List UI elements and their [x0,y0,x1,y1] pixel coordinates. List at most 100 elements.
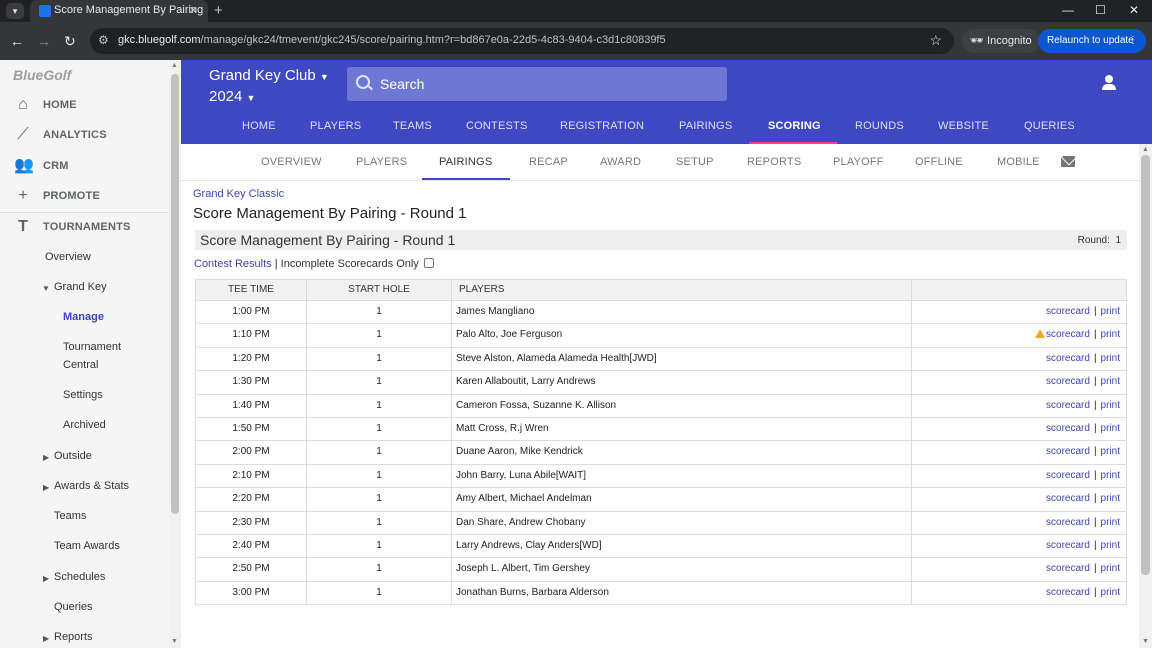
print-link[interactable]: print [1101,306,1120,317]
subtab-reports[interactable]: REPORTS [747,156,801,168]
scorecard-link[interactable]: scorecard [1046,446,1090,457]
scroll-up-icon[interactable]: ▲ [1142,146,1149,153]
sidebar-item-schedules[interactable]: Schedules [54,571,105,583]
back-icon[interactable]: ← [10,33,24,49]
sidebar-item-settings[interactable]: Settings [63,389,103,401]
sidebar-item-queries[interactable]: Queries [54,601,93,613]
sidebar-item-home[interactable]: ⌂ HOME [0,90,168,120]
maximize-icon[interactable]: ☐ [1095,3,1106,17]
url-field[interactable]: ⚙ gkc.bluegolf.com/manage/gkc24/tmevent/… [90,28,954,54]
sidebar-item-grand-key[interactable]: Grand Key [54,281,107,293]
bluegolf-logo[interactable]: BlueGolf [13,67,71,83]
sidebar-item-promote[interactable]: + PROMOTE [0,181,168,211]
print-link[interactable]: print [1101,493,1120,504]
sidebar-item-crm[interactable]: 👥 CRM [0,151,168,181]
sidebar-item-tournament-central-line2[interactable]: Central [63,359,98,371]
scroll-down-icon[interactable]: ▼ [171,638,178,645]
mail-icon[interactable] [1061,156,1075,167]
sidebar-item-archived[interactable]: Archived [63,419,106,431]
site-info-icon[interactable]: ⚙ [98,33,109,47]
sidebar-item-awards-stats[interactable]: Awards & Stats [54,480,129,492]
tab-teams[interactable]: TEAMS [393,120,432,132]
subtab-award[interactable]: AWARD [600,156,641,168]
sidebar-item-outside[interactable]: Outside [54,450,92,462]
scorecard-link[interactable]: scorecard [1046,517,1090,528]
scorecard-link[interactable]: scorecard [1046,493,1090,504]
subtab-overview[interactable]: OVERVIEW [261,156,322,168]
print-link[interactable]: print [1101,400,1120,411]
tab-search-button[interactable]: ▾ [6,3,24,19]
subtab-pairings[interactable]: PAIRINGS [439,156,492,168]
caret-down-icon[interactable]: ▼ [42,284,50,293]
tab-scoring[interactable]: SCORING [768,120,821,132]
print-link[interactable]: print [1101,470,1120,481]
more-menu-icon[interactable]: ⋮ [1128,29,1138,53]
sidebar-item-reports[interactable]: Reports [54,631,93,643]
tab-website[interactable]: WEBSITE [938,120,989,132]
tab-registration[interactable]: REGISTRATION [560,120,644,132]
sidebar-item-teams[interactable]: Teams [54,510,86,522]
tab-home[interactable]: HOME [242,120,276,132]
sidebar-item-analytics[interactable]: ⟋ ANALYTICS [0,120,168,150]
caret-right-icon[interactable]: ▶ [43,483,49,492]
relaunch-button[interactable]: Relaunch to update ⋮ [1038,29,1146,53]
scorecard-link[interactable]: scorecard [1046,563,1090,574]
user-account-icon[interactable] [1101,75,1117,91]
print-link[interactable]: print [1101,540,1120,551]
scorecard-link[interactable]: scorecard [1046,376,1090,387]
scorecard-link[interactable]: scorecard [1046,423,1090,434]
scroll-down-icon[interactable]: ▼ [1142,638,1149,645]
sidebar-scrollbar[interactable]: ▲ ▼ [169,60,181,648]
subtab-offline[interactable]: OFFLINE [915,156,963,168]
page-scrollbar[interactable]: ▲ ▼ [1139,144,1152,648]
incomplete-scorecards-checkbox[interactable] [423,258,434,268]
sidebar-item-manage[interactable]: Manage [63,311,104,323]
subtab-setup[interactable]: SETUP [676,156,714,168]
print-link[interactable]: print [1101,587,1120,598]
sidebar-item-team-awards[interactable]: Team Awards [54,540,120,552]
caret-right-icon[interactable]: ▶ [43,453,49,462]
tab-contests[interactable]: CONTESTS [466,120,528,132]
tab-pairings[interactable]: PAIRINGS [679,120,732,132]
scorecard-link[interactable]: scorecard [1046,353,1090,364]
year-selector[interactable]: 2024 ▼ [209,86,255,109]
caret-right-icon[interactable]: ▶ [43,574,49,583]
print-link[interactable]: print [1101,376,1120,387]
subtab-playoff[interactable]: PLAYOFF [833,156,884,168]
print-link[interactable]: print [1101,329,1120,340]
subtab-mobile[interactable]: MOBILE [997,156,1040,168]
scroll-up-icon[interactable]: ▲ [171,62,178,69]
new-tab-icon[interactable]: + [214,2,223,19]
tab-rounds[interactable]: ROUNDS [855,120,904,132]
sidebar-item-tournament-central[interactable]: Tournament [63,341,121,353]
sidebar-scroll-thumb[interactable] [171,74,179,514]
forward-icon[interactable]: → [37,33,51,49]
scorecard-link[interactable]: scorecard [1046,329,1090,340]
reload-icon[interactable]: ↻ [64,33,76,49]
caret-right-icon[interactable]: ▶ [43,634,49,643]
bookmark-star-icon[interactable]: ☆ [929,32,942,49]
incognito-badge[interactable]: 🕶 Incognito [962,29,1040,53]
tab-queries[interactable]: QUERIES [1024,120,1075,132]
browser-tab[interactable]: Score Management By Pairing ✕ [30,0,208,22]
scorecard-link[interactable]: scorecard [1046,400,1090,411]
scorecard-link[interactable]: scorecard [1046,306,1090,317]
contest-results-link[interactable]: Contest Results [194,258,272,270]
scorecard-link[interactable]: scorecard [1046,587,1090,598]
tab-players[interactable]: PLAYERS [310,120,361,132]
print-link[interactable]: print [1101,353,1120,364]
print-link[interactable]: print [1101,446,1120,457]
search-input[interactable]: Search [347,67,727,101]
sidebar-item-tournaments[interactable]: T TOURNAMENTS [0,212,168,242]
club-selector[interactable]: Grand Key Club ▼ [209,65,329,88]
print-link[interactable]: print [1101,517,1120,528]
scorecard-link[interactable]: scorecard [1046,470,1090,481]
minimize-icon[interactable]: — [1062,3,1074,17]
window-close-icon[interactable]: ✕ [1129,3,1139,17]
print-link[interactable]: print [1101,563,1120,574]
tab-close-icon[interactable]: ✕ [189,4,198,17]
page-scroll-thumb[interactable] [1141,155,1150,575]
sidebar-item-overview[interactable]: Overview [45,251,91,263]
subtab-players[interactable]: PLAYERS [356,156,407,168]
subtab-recap[interactable]: RECAP [529,156,568,168]
